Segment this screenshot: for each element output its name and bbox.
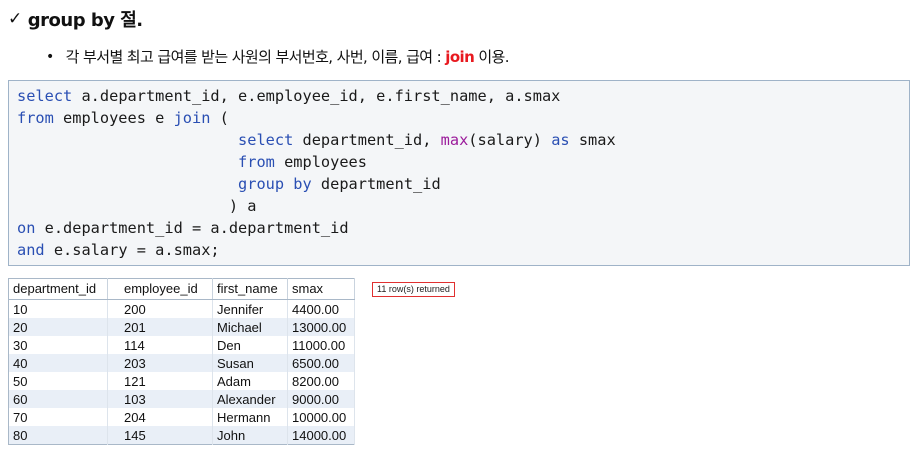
cell-employee-id: 200 — [107, 299, 213, 318]
checkmark-icon: ✓ — [8, 9, 22, 29]
cell-department-id: 80 — [8, 426, 108, 445]
table-row[interactable]: 70 204 Hermann 10000.00 — [8, 408, 355, 426]
cell-employee-id: 203 — [107, 354, 213, 372]
cell-smax: 11000.00 — [287, 336, 355, 354]
cell-department-id: 20 — [8, 318, 108, 336]
cell-first-name: John — [212, 426, 288, 445]
column-header-smax[interactable]: smax — [287, 278, 355, 300]
code-text: ( — [210, 109, 229, 127]
cell-employee-id: 103 — [107, 390, 213, 408]
sql-code: select a.department_id, e.employee_id, e… — [17, 85, 616, 261]
code-text: e.department_id = a.department_id — [35, 219, 349, 237]
cell-employee-id: 145 — [107, 426, 213, 445]
cell-smax: 9000.00 — [287, 390, 355, 408]
code-text: (salary) — [468, 131, 552, 149]
heading-text: group by 절. — [27, 10, 143, 31]
cell-smax: 14000.00 — [287, 426, 355, 445]
column-header-first-name[interactable]: first_name — [212, 278, 288, 300]
cell-smax: 6500.00 — [287, 354, 355, 372]
result-grid: department_id employee_id first_name sma… — [8, 278, 355, 445]
cell-department-id: 50 — [8, 372, 108, 390]
cell-department-id: 40 — [8, 354, 108, 372]
cell-department-id: 10 — [8, 299, 108, 318]
code-text: ) a — [17, 197, 257, 215]
code-keyword: from — [238, 153, 275, 171]
code-text: e.salary = a.smax; — [44, 241, 220, 259]
cell-smax: 10000.00 — [287, 408, 355, 426]
code-keyword: select — [238, 131, 294, 149]
code-keyword: as — [551, 131, 570, 149]
cell-first-name: Susan — [212, 354, 288, 372]
status-badge: 11 row(s) returned — [372, 282, 455, 297]
bullet-item: • 각 부서별 최고 급여를 받는 사원의 부서번호, 사번, 이름, 급여 :… — [46, 46, 510, 67]
cell-smax: 8200.00 — [287, 372, 355, 390]
section-heading: ✓ group by 절. — [8, 6, 143, 32]
cell-first-name: Alexander — [212, 390, 288, 408]
code-keyword: on — [17, 219, 36, 237]
bullet-icon: • — [46, 48, 54, 65]
bullet-highlight: join — [445, 47, 475, 66]
table-row[interactable]: 50 121 Adam 8200.00 — [8, 372, 355, 390]
cell-employee-id: 121 — [107, 372, 213, 390]
code-keyword: from — [17, 109, 54, 127]
code-keyword: and — [17, 241, 45, 259]
cell-first-name: Den — [212, 336, 288, 354]
table-row[interactable]: 80 145 John 14000.00 — [8, 426, 355, 445]
cell-department-id: 30 — [8, 336, 108, 354]
cell-department-id: 60 — [8, 390, 108, 408]
cell-employee-id: 204 — [107, 408, 213, 426]
cell-department-id: 70 — [8, 408, 108, 426]
bullet-text-after: 이용. — [474, 48, 509, 66]
code-keyword: group by — [238, 175, 312, 193]
cell-first-name: Michael — [212, 318, 288, 336]
cell-employee-id: 114 — [107, 336, 213, 354]
cell-smax: 4400.00 — [287, 299, 355, 318]
table-row[interactable]: 60 103 Alexander 9000.00 — [8, 390, 355, 408]
sql-code-box: select a.department_id, e.employee_id, e… — [8, 80, 910, 266]
table-row[interactable]: 10 200 Jennifer 4400.00 — [8, 299, 355, 318]
code-function: max — [440, 131, 469, 149]
header-row: department_id employee_id first_name sma… — [8, 278, 355, 300]
cell-first-name: Adam — [212, 372, 288, 390]
bullet-text-before: 각 부서별 최고 급여를 받는 사원의 부서번호, 사번, 이름, 급여 : — [65, 48, 446, 66]
code-text: a.department_id, e.employee_id, e.first_… — [72, 87, 561, 105]
code-keyword: join — [173, 109, 211, 127]
column-header-employee-id[interactable]: employee_id — [107, 278, 213, 300]
table-row[interactable]: 30 114 Den 11000.00 — [8, 336, 355, 354]
cell-first-name: Jennifer — [212, 299, 288, 318]
code-text: department_id — [311, 175, 441, 193]
code-text: department_id, — [293, 131, 441, 149]
code-keyword: select — [17, 87, 73, 105]
code-text: employees e — [53, 109, 174, 127]
cell-employee-id: 201 — [107, 318, 213, 336]
code-text: smax — [569, 131, 616, 149]
cell-first-name: Hermann — [212, 408, 288, 426]
table-row[interactable]: 40 203 Susan 6500.00 — [8, 354, 355, 372]
table-row[interactable]: 20 201 Michael 13000.00 — [8, 318, 355, 336]
column-header-department-id[interactable]: department_id — [8, 278, 108, 300]
code-text: employees — [274, 153, 367, 171]
cell-smax: 13000.00 — [287, 318, 355, 336]
